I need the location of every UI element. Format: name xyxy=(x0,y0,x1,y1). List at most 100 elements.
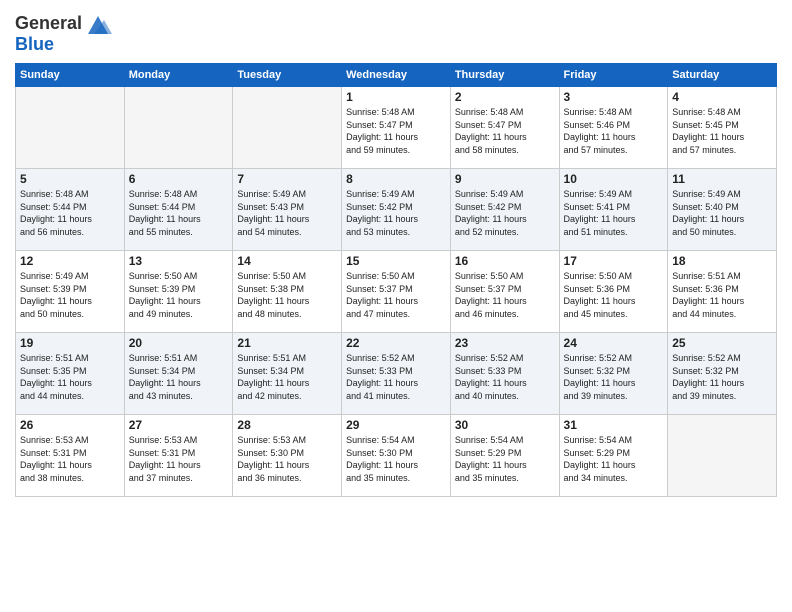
calendar-cell: 7 Sunrise: 5:49 AMSunset: 5:43 PMDaylight… xyxy=(233,169,342,251)
calendar-cell: 31 Sunrise: 5:54 AMSunset: 5:29 PMDayligh… xyxy=(559,415,668,497)
day-number: 27 xyxy=(129,418,229,432)
calendar-cell: 13 Sunrise: 5:50 AMSunset: 5:39 PMDayligh… xyxy=(124,251,233,333)
day-number: 15 xyxy=(346,254,446,268)
calendar-cell: 3Sunrise: 5:48 AMSunset: 5:46 PMDaylight… xyxy=(559,87,668,169)
calendar-cell: 5 Sunrise: 5:48 AMSunset: 5:44 PMDaylight… xyxy=(16,169,125,251)
calendar-week-row: 12 Sunrise: 5:49 AMSunset: 5:39 PMDayligh… xyxy=(16,251,777,333)
day-number: 6 xyxy=(129,172,229,186)
cell-info: Sunrise: 5:49 AMSunset: 5:40 PMDaylight:… xyxy=(672,188,772,238)
day-number: 18 xyxy=(672,254,772,268)
calendar-cell: 26 Sunrise: 5:53 AMSunset: 5:31 PMDayligh… xyxy=(16,415,125,497)
cell-info: Sunrise: 5:50 AMSunset: 5:37 PMDaylight:… xyxy=(455,270,555,320)
cell-info: Sunrise: 5:48 AMSunset: 5:44 PMDaylight:… xyxy=(20,188,120,238)
day-number: 22 xyxy=(346,336,446,350)
cell-info: Sunrise: 5:53 AMSunset: 5:30 PMDaylight:… xyxy=(237,434,337,484)
cell-info: Sunrise: 5:48 AMSunset: 5:45 PMDaylight:… xyxy=(672,106,772,156)
calendar-cell xyxy=(668,415,777,497)
cell-info: Sunrise: 5:48 AMSunset: 5:47 PMDaylight:… xyxy=(346,106,446,156)
calendar-cell: 23 Sunrise: 5:52 AMSunset: 5:33 PMDayligh… xyxy=(450,333,559,415)
day-number: 1 xyxy=(346,90,446,104)
cell-info: Sunrise: 5:48 AMSunset: 5:47 PMDaylight:… xyxy=(455,106,555,156)
cell-info: Sunrise: 5:54 AMSunset: 5:30 PMDaylight:… xyxy=(346,434,446,484)
day-number: 24 xyxy=(564,336,664,350)
day-number: 7 xyxy=(237,172,337,186)
calendar-container: General Blue SundayMondayTuesdayWednesda… xyxy=(0,0,792,612)
calendar-cell: 19 Sunrise: 5:51 AMSunset: 5:35 PMDayligh… xyxy=(16,333,125,415)
calendar-cell: 30 Sunrise: 5:54 AMSunset: 5:29 PMDayligh… xyxy=(450,415,559,497)
weekday-header: Saturday xyxy=(668,64,777,87)
calendar-cell: 29Sunrise: 5:54 AMSunset: 5:30 PMDayligh… xyxy=(342,415,451,497)
calendar-cell xyxy=(233,87,342,169)
logo: General Blue xyxy=(15,10,112,55)
cell-info: Sunrise: 5:51 AMSunset: 5:35 PMDaylight:… xyxy=(20,352,120,402)
day-number: 31 xyxy=(564,418,664,432)
calendar-cell: 4 Sunrise: 5:48 AMSunset: 5:45 PMDaylight… xyxy=(668,87,777,169)
weekday-header: Monday xyxy=(124,64,233,87)
cell-info: Sunrise: 5:50 AMSunset: 5:38 PMDaylight:… xyxy=(237,270,337,320)
cell-info: Sunrise: 5:51 AMSunset: 5:34 PMDaylight:… xyxy=(129,352,229,402)
logo-icon xyxy=(84,10,112,38)
cell-info: Sunrise: 5:54 AMSunset: 5:29 PMDaylight:… xyxy=(564,434,664,484)
day-number: 4 xyxy=(672,90,772,104)
cell-info: Sunrise: 5:53 AMSunset: 5:31 PMDaylight:… xyxy=(20,434,120,484)
calendar-cell: 1 Sunrise: 5:48 AMSunset: 5:47 PMDaylight… xyxy=(342,87,451,169)
day-number: 19 xyxy=(20,336,120,350)
cell-info: Sunrise: 5:51 AMSunset: 5:34 PMDaylight:… xyxy=(237,352,337,402)
cell-info: Sunrise: 5:49 AMSunset: 5:43 PMDaylight:… xyxy=(237,188,337,238)
calendar-table: SundayMondayTuesdayWednesdayThursdayFrid… xyxy=(15,63,777,497)
calendar-header: General Blue xyxy=(15,10,777,55)
calendar-cell: 17 Sunrise: 5:50 AMSunset: 5:36 PMDayligh… xyxy=(559,251,668,333)
day-number: 26 xyxy=(20,418,120,432)
calendar-cell: 21 Sunrise: 5:51 AMSunset: 5:34 PMDayligh… xyxy=(233,333,342,415)
calendar-cell: 28 Sunrise: 5:53 AMSunset: 5:30 PMDayligh… xyxy=(233,415,342,497)
weekday-header: Thursday xyxy=(450,64,559,87)
calendar-cell: 20 Sunrise: 5:51 AMSunset: 5:34 PMDayligh… xyxy=(124,333,233,415)
day-number: 5 xyxy=(20,172,120,186)
calendar-cell: 18 Sunrise: 5:51 AMSunset: 5:36 PMDayligh… xyxy=(668,251,777,333)
calendar-cell: 22 Sunrise: 5:52 AMSunset: 5:33 PMDayligh… xyxy=(342,333,451,415)
cell-info: Sunrise: 5:52 AMSunset: 5:33 PMDaylight:… xyxy=(346,352,446,402)
calendar-week-row: 5 Sunrise: 5:48 AMSunset: 5:44 PMDaylight… xyxy=(16,169,777,251)
cell-info: Sunrise: 5:52 AMSunset: 5:32 PMDaylight:… xyxy=(672,352,772,402)
cell-info: Sunrise: 5:49 AMSunset: 5:41 PMDaylight:… xyxy=(564,188,664,238)
day-number: 14 xyxy=(237,254,337,268)
calendar-cell xyxy=(16,87,125,169)
day-number: 20 xyxy=(129,336,229,350)
calendar-header-row: SundayMondayTuesdayWednesdayThursdayFrid… xyxy=(16,64,777,87)
day-number: 23 xyxy=(455,336,555,350)
cell-info: Sunrise: 5:49 AMSunset: 5:42 PMDaylight:… xyxy=(455,188,555,238)
day-number: 10 xyxy=(564,172,664,186)
calendar-cell: 24Sunrise: 5:52 AMSunset: 5:32 PMDayligh… xyxy=(559,333,668,415)
day-number: 28 xyxy=(237,418,337,432)
cell-info: Sunrise: 5:54 AMSunset: 5:29 PMDaylight:… xyxy=(455,434,555,484)
cell-info: Sunrise: 5:52 AMSunset: 5:33 PMDaylight:… xyxy=(455,352,555,402)
calendar-week-row: 1 Sunrise: 5:48 AMSunset: 5:47 PMDaylight… xyxy=(16,87,777,169)
calendar-cell: 2Sunrise: 5:48 AMSunset: 5:47 PMDaylight… xyxy=(450,87,559,169)
day-number: 30 xyxy=(455,418,555,432)
calendar-week-row: 19 Sunrise: 5:51 AMSunset: 5:35 PMDayligh… xyxy=(16,333,777,415)
logo-text: General xyxy=(15,14,82,34)
cell-info: Sunrise: 5:50 AMSunset: 5:36 PMDaylight:… xyxy=(564,270,664,320)
weekday-header: Wednesday xyxy=(342,64,451,87)
calendar-cell: 10 Sunrise: 5:49 AMSunset: 5:41 PMDayligh… xyxy=(559,169,668,251)
cell-info: Sunrise: 5:48 AMSunset: 5:44 PMDaylight:… xyxy=(129,188,229,238)
day-number: 12 xyxy=(20,254,120,268)
calendar-cell: 27Sunrise: 5:53 AMSunset: 5:31 PMDayligh… xyxy=(124,415,233,497)
calendar-cell: 8Sunrise: 5:49 AMSunset: 5:42 PMDaylight… xyxy=(342,169,451,251)
calendar-week-row: 26 Sunrise: 5:53 AMSunset: 5:31 PMDayligh… xyxy=(16,415,777,497)
cell-info: Sunrise: 5:48 AMSunset: 5:46 PMDaylight:… xyxy=(564,106,664,156)
weekday-header: Sunday xyxy=(16,64,125,87)
weekday-header: Friday xyxy=(559,64,668,87)
cell-info: Sunrise: 5:51 AMSunset: 5:36 PMDaylight:… xyxy=(672,270,772,320)
calendar-cell: 16Sunrise: 5:50 AMSunset: 5:37 PMDayligh… xyxy=(450,251,559,333)
day-number: 21 xyxy=(237,336,337,350)
cell-info: Sunrise: 5:50 AMSunset: 5:37 PMDaylight:… xyxy=(346,270,446,320)
day-number: 17 xyxy=(564,254,664,268)
calendar-cell: 25Sunrise: 5:52 AMSunset: 5:32 PMDayligh… xyxy=(668,333,777,415)
cell-info: Sunrise: 5:50 AMSunset: 5:39 PMDaylight:… xyxy=(129,270,229,320)
day-number: 13 xyxy=(129,254,229,268)
day-number: 11 xyxy=(672,172,772,186)
cell-info: Sunrise: 5:49 AMSunset: 5:39 PMDaylight:… xyxy=(20,270,120,320)
day-number: 9 xyxy=(455,172,555,186)
calendar-cell: 15 Sunrise: 5:50 AMSunset: 5:37 PMDayligh… xyxy=(342,251,451,333)
